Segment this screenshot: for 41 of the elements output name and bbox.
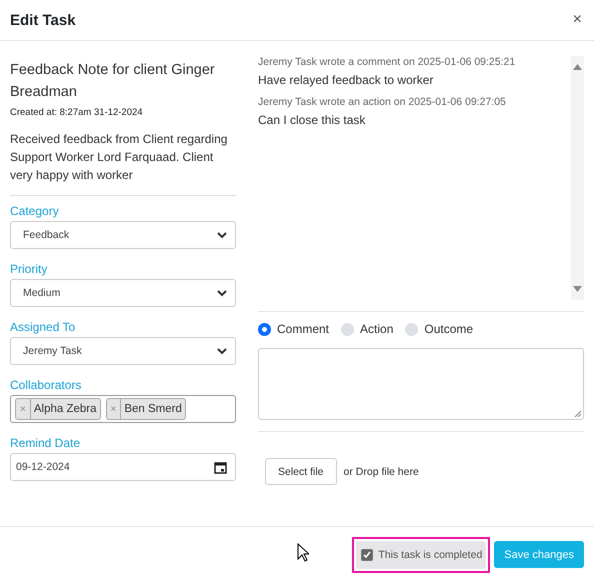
checkbox[interactable] [361,548,374,560]
select-field[interactable]: Feedback [10,221,236,249]
mouse-cursor-icon [297,543,309,562]
comment-textarea[interactable] [258,348,584,420]
radio-button[interactable] [258,322,271,336]
comment-text: Have relayed feedback to worker [258,73,434,87]
tag-chip[interactable]: × Ben Smerd [106,398,186,420]
tags-field[interactable]: × Alpha Zebra × Ben Smerd [10,395,236,423]
select-field[interactable]: Jeremy Task [10,337,236,365]
comment-meta: Jeremy Task wrote an action on 2025-01-06 09:27:05 [258,96,507,108]
field-label: Remind Date [10,436,82,450]
comment-meta: Jeremy Task wrote a comment on 2025-01-06 09:25:21 [258,56,516,68]
date-field[interactable]: 09-12-2024 [10,453,236,481]
scroll-down-icon[interactable] [573,286,582,292]
radio-button[interactable] [341,322,354,336]
resize-handle-icon[interactable] [574,410,581,417]
radio-label[interactable]: Action [360,322,394,336]
task-description: Received feedback from Client regarding Support Worker Lord Farquaad. Client very happy with worker [10,131,228,184]
completed-checkbox[interactable]: This task is completed [356,540,486,568]
chevron-down-icon [217,348,227,354]
field-label: Collaborators [10,378,82,392]
scrollbar[interactable] [571,56,584,300]
created-date: Created at: 8:27am 31-12-2024 [10,107,144,118]
calendar-icon [214,460,227,474]
drop-hint: or Drop file here [344,466,419,478]
scroll-up-icon[interactable] [573,64,582,70]
tag-chip[interactable]: × Alpha Zebra [15,398,100,420]
chevron-down-icon [217,290,227,296]
dialog-title: Edit Task [10,12,76,28]
select-field[interactable]: Medium [10,279,236,307]
field-label: Category [10,204,60,218]
field-label: Priority [10,262,48,276]
task-title: Feedback Note for client Ginger Breadman [10,61,216,102]
radio-button[interactable] [405,322,418,336]
radio-label[interactable]: Comment [277,322,330,336]
select-file-button[interactable]: Select file [265,458,337,485]
field-label: Assigned To [10,320,76,334]
radio-label[interactable]: Outcome [424,322,474,336]
comment-text: Can I close this task [258,113,366,127]
close-button[interactable]: × [572,11,582,29]
chevron-down-icon [217,232,227,238]
